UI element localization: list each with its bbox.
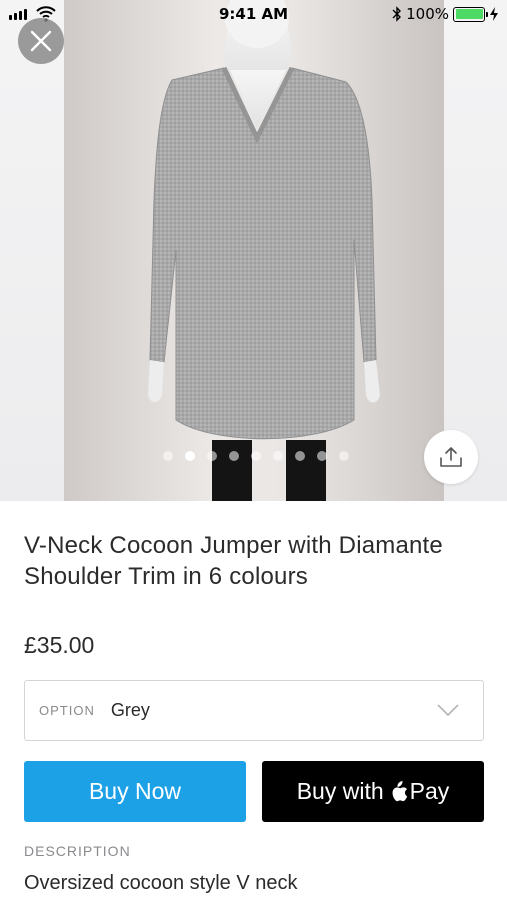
battery-percentage: 100% [406,5,449,23]
battery-fill [455,9,483,19]
share-icon [440,447,462,467]
gallery-dot[interactable] [251,451,261,461]
product-photo [64,0,444,501]
description-text: Oversized cocoon style V neck [24,872,298,894]
option-select[interactable]: OPTION Grey [24,680,484,741]
gallery-dot[interactable] [163,451,173,461]
gallery-dot[interactable] [229,451,239,461]
battery-icon [453,6,488,22]
product-photo-illustration [148,0,380,501]
chevron-down-icon [437,704,459,717]
bluetooth-icon [392,6,402,22]
option-value: Grey [110,700,150,720]
share-button[interactable] [424,430,478,484]
apple-pay-suffix: Pay [409,778,450,804]
apple-logo-icon [390,780,408,803]
product-price: £35.00 [24,632,95,658]
gallery-dot[interactable] [273,451,283,461]
close-button[interactable] [18,18,64,64]
gallery-dot[interactable] [207,451,217,461]
buy-now-button[interactable]: Buy Now [24,761,246,822]
charging-icon [490,7,498,21]
apple-pay-prefix: Buy with [296,778,384,804]
status-bar: 9:41 AM 100% [0,0,507,30]
close-icon [30,30,52,52]
status-right-group: 100% [392,5,499,23]
product-image-gallery[interactable] [0,0,507,501]
gallery-dot-active[interactable] [185,451,195,461]
description-label: DESCRIPTION [24,843,131,859]
gallery-dot[interactable] [339,451,349,461]
product-title: V-Neck Cocoon Jumper with Diamante Shoul… [24,532,443,590]
gallery-pagination-dots [163,451,349,461]
product-screen: 9:41 AM 100% V-Neck Cocoon Jumper with D… [0,0,507,900]
gallery-dot[interactable] [295,451,305,461]
buy-now-label: Buy Now [88,778,182,804]
gallery-dot[interactable] [317,451,327,461]
option-label: OPTION [39,703,95,718]
apple-pay-button[interactable]: Buy with Pay [262,761,484,822]
